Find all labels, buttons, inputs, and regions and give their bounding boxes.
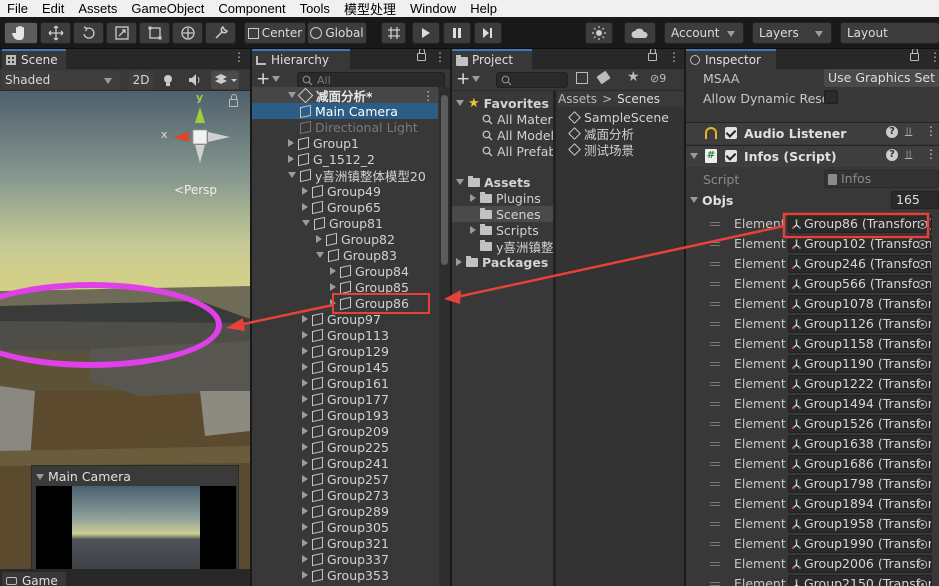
- annotation-overlay: [226, 212, 930, 331]
- arrow-head-icon: [226, 318, 245, 331]
- highlight-box-hierarchy: [332, 293, 430, 314]
- unity-editor-window: { "menu": ["File","Edit","Assets","GameO…: [0, 0, 939, 586]
- arrow-line-to-hierarchy: [451, 224, 785, 300]
- highlight-box-inspector: [782, 212, 930, 239]
- arrow-line-to-scene: [233, 303, 334, 328]
- arrow-head-icon: [444, 290, 461, 304]
